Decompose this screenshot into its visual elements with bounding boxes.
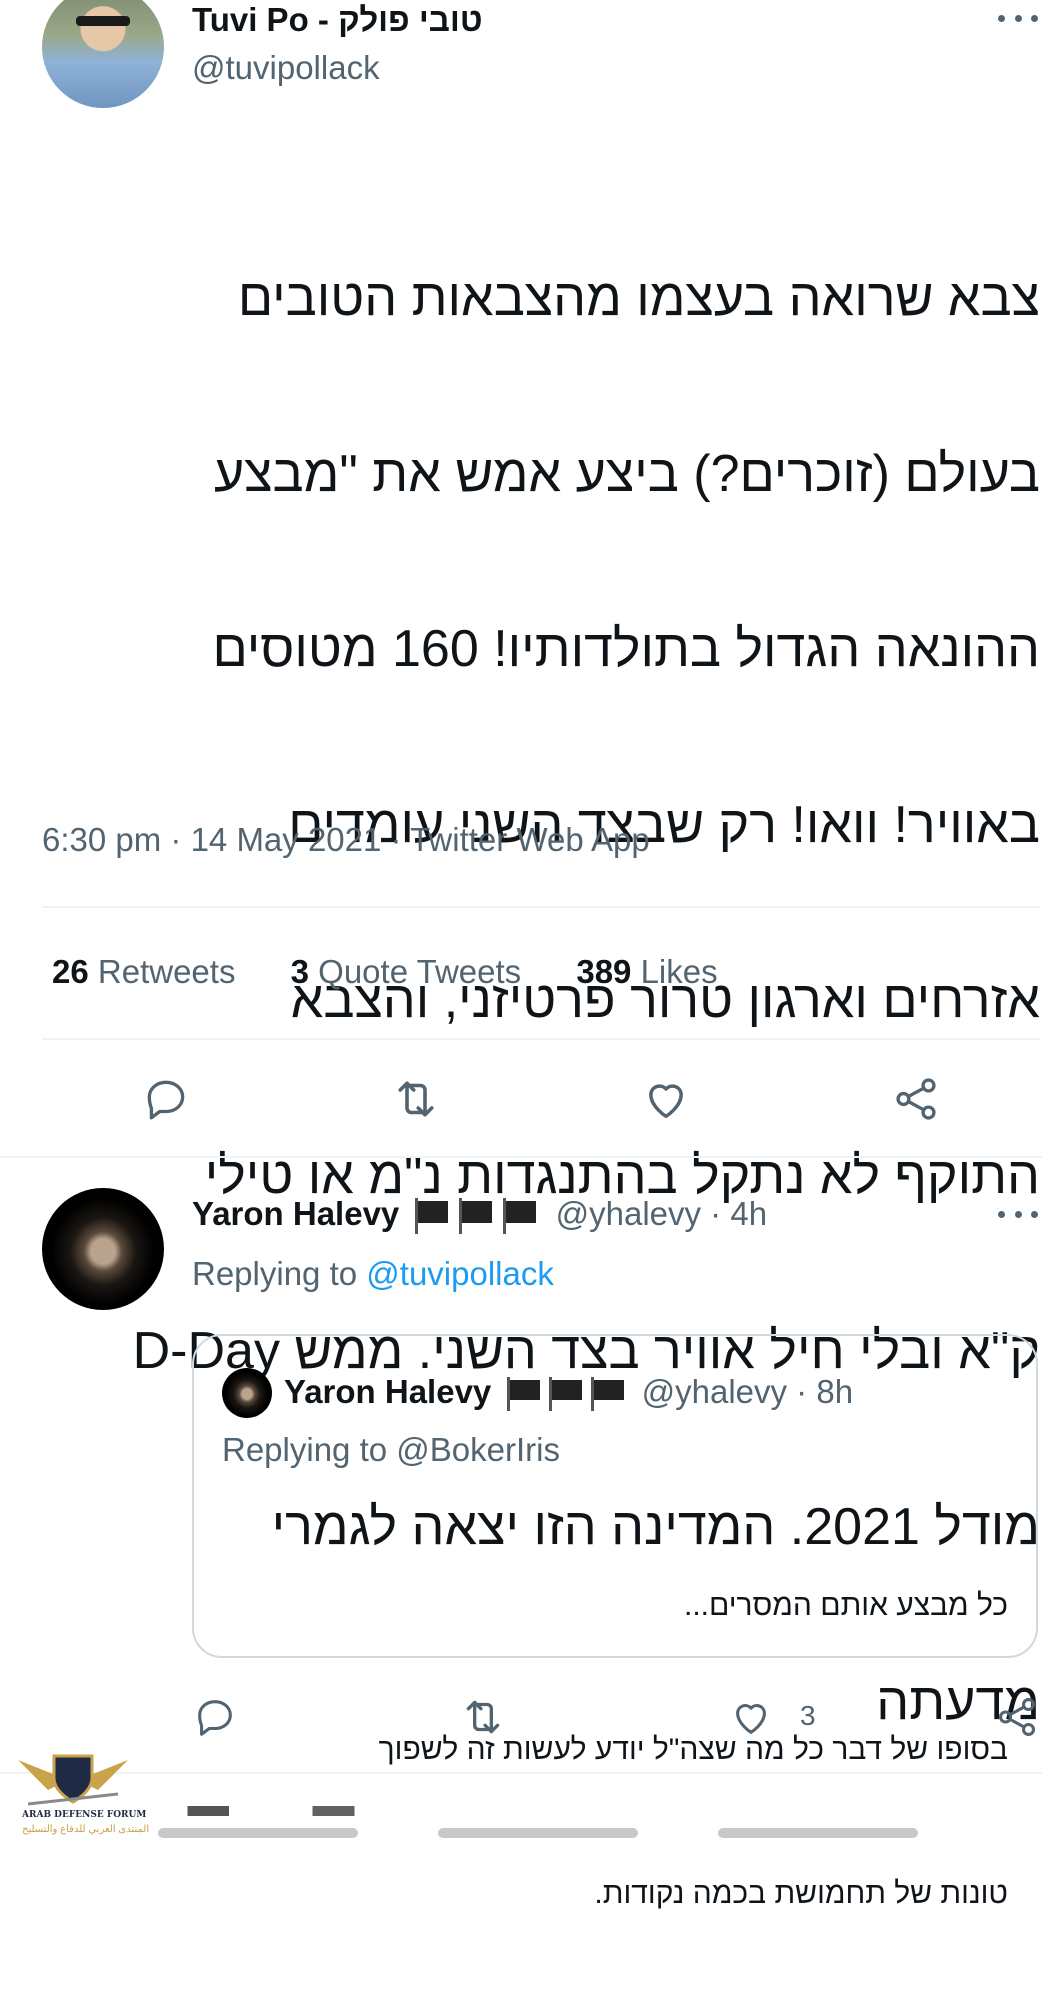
- quoted-header: Yaron Halevy @yhalevy · 8h: [284, 1372, 853, 1412]
- likes-count: 389: [576, 953, 632, 990]
- reply-more-options-icon[interactable]: [998, 1208, 1038, 1220]
- reply-reply-icon[interactable]: [188, 1690, 242, 1744]
- shield-emblem-icon: [18, 1754, 128, 1806]
- quoted-flags: [506, 1373, 641, 1412]
- divider: [0, 1772, 1042, 1774]
- more-options-icon[interactable]: [998, 12, 1038, 24]
- retweets-count: 26: [52, 953, 89, 990]
- replying-to: Replying to @tuvipollack: [192, 1254, 554, 1294]
- scroll-indicator[interactable]: [438, 1828, 638, 1838]
- author-handle[interactable]: @tuvipollack: [192, 48, 380, 88]
- tweet-line: צבא שרואה בעצמו מהצבאות הטובים: [237, 269, 1040, 327]
- stats-row: 26 Retweets 3 Quote Tweets 389 Likes: [52, 952, 718, 992]
- watermark-logo: ARAB DEFENSE FORUM المنتدى العربي للدفاع…: [8, 1750, 149, 1850]
- black-flag-icon: [549, 1377, 583, 1412]
- reply-author-name[interactable]: Yaron Halevy: [192, 1195, 399, 1232]
- scroll-indicator[interactable]: [158, 1828, 358, 1838]
- black-flag-icon: [591, 1377, 625, 1412]
- author-name[interactable]: Tuvi Po - טובי פולק: [192, 0, 483, 40]
- black-flag-icon: [507, 1377, 541, 1412]
- black-flag-icon: [503, 1198, 537, 1235]
- scroll-indicator[interactable]: [718, 1828, 918, 1838]
- likes-stat[interactable]: 389 Likes: [576, 953, 717, 990]
- reply-share-icon[interactable]: [990, 1690, 1042, 1744]
- quotes-label: Quote Tweets: [318, 953, 522, 990]
- next-tweet-peek: [0, 1806, 1042, 1816]
- divider: [42, 1038, 1040, 1040]
- replying-prefix: Replying to: [192, 1255, 358, 1292]
- quoted-handle-time: @yhalevy · 8h: [641, 1373, 854, 1410]
- retweet-icon[interactable]: [389, 1072, 443, 1126]
- replying-handle-link[interactable]: @tuvipollack: [366, 1255, 554, 1292]
- reply-like-count: 3: [800, 1700, 816, 1731]
- reply-avatar[interactable]: [42, 1188, 164, 1310]
- quoted-tweet-card[interactable]: Yaron Halevy @yhalevy · 8h Replying to @…: [192, 1334, 1038, 1910]
- black-flag-icon: [415, 1198, 449, 1235]
- watermark-subtitle: المنتدى العربي للدفاع والتسليح: [22, 1824, 150, 1835]
- quotes-stat[interactable]: 3 Quote Tweets: [291, 953, 522, 990]
- tweet-line: ההונאה הגדול בתולדותיו! 160 מטוסים: [212, 620, 1040, 678]
- quoted-line: טונות של תחמושת בכמה נקודות.: [594, 1877, 1008, 1910]
- quoted-replying-to: Replying to @BokerIris: [222, 1431, 560, 1468]
- divider: [42, 906, 1040, 908]
- author-avatar[interactable]: [42, 0, 164, 108]
- quoted-line: כל מבצע אותם המסרים...: [684, 1589, 1008, 1622]
- share-icon[interactable]: [889, 1072, 943, 1126]
- watermark-title: ARAB DEFENSE FORUM: [22, 1810, 147, 1820]
- quoted-body: כל מבצע אותם המסרים... בסופו של דבר כל מ…: [228, 1486, 1008, 2014]
- sunglasses: [76, 16, 130, 26]
- tweet-line: בעולם (זוכרים?) ביצע אמש את "מבצע: [213, 444, 1040, 503]
- black-flag-icon: [459, 1198, 493, 1235]
- divider: [0, 1156, 1042, 1158]
- flags: [414, 1195, 555, 1235]
- tweet-timestamp[interactable]: 6:30 pm · 14 May 2021 · Twitter Web App: [42, 820, 650, 860]
- reply-handle-time[interactable]: @yhalevy · 4h: [556, 1195, 767, 1232]
- quoted-line: בסופו של דבר כל מה שצה"ל יודע לעשות זה ל…: [378, 1733, 1008, 1766]
- reply-retweet-icon[interactable]: [456, 1690, 510, 1744]
- like-icon[interactable]: [639, 1072, 693, 1126]
- retweets-stat[interactable]: 26 Retweets: [52, 953, 235, 990]
- retweets-label: Retweets: [97, 953, 236, 990]
- reply-icon[interactable]: [139, 1072, 193, 1126]
- quotes-count: 3: [290, 953, 309, 990]
- reply-like-icon[interactable]: [724, 1690, 778, 1744]
- quoted-avatar: [222, 1368, 272, 1418]
- reply-header: Yaron Halevy @yhalevy · 4h: [192, 1194, 767, 1235]
- quoted-author-name: Yaron Halevy: [284, 1373, 492, 1410]
- likes-label: Likes: [640, 953, 718, 990]
